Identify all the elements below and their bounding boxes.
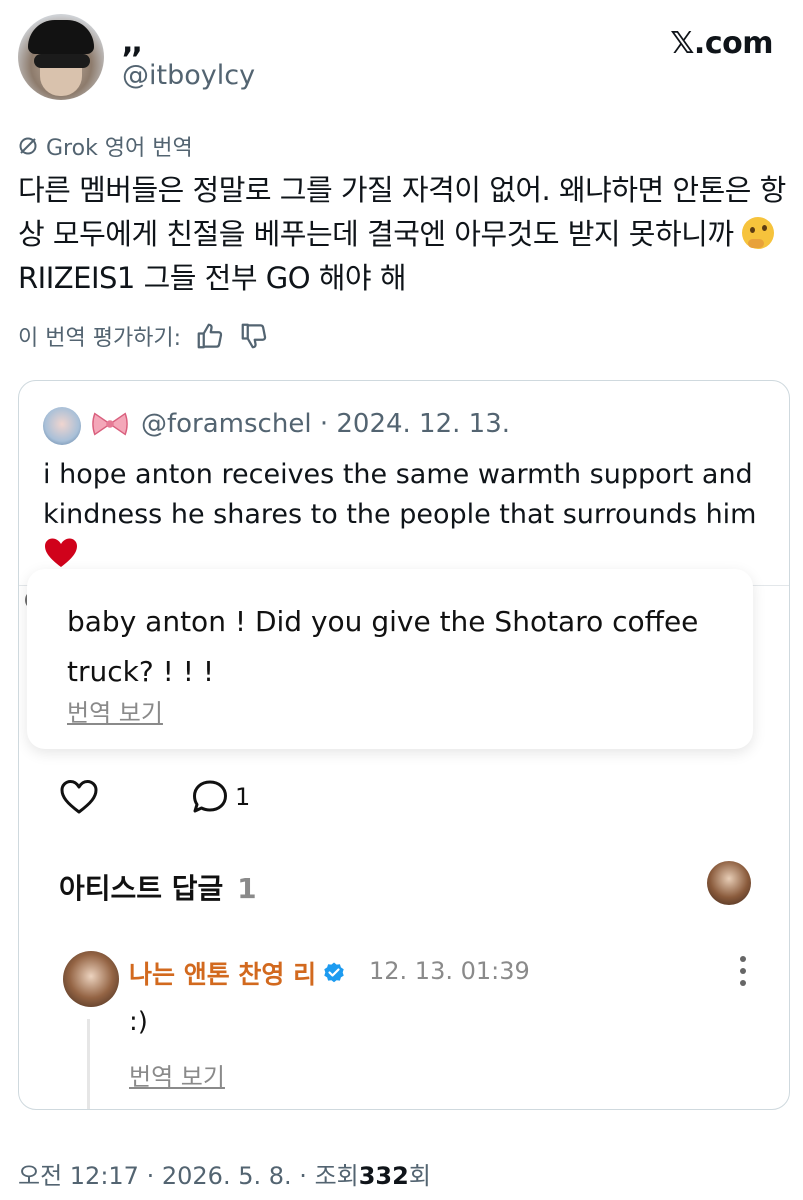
embedded-actions: 1 [59, 779, 250, 815]
thread-line [87, 1019, 90, 1109]
artist-reply-avatar [63, 951, 119, 1007]
comment-bubble-icon [193, 780, 227, 813]
tweet-timestamp[interactable]: 오전 12:17 · 2026. 5. 8. · 조회332회 [18, 1156, 431, 1191]
verified-badge-icon [324, 962, 344, 983]
red-heart-icon [45, 538, 77, 567]
avatar-cap [28, 20, 94, 54]
artist-name-text: 나는 앤톤 찬영 리 [129, 960, 317, 989]
artist-reply-name: 나는 앤톤 찬영 리 [129, 955, 346, 991]
artist-replies-heading: 아티스트 답글 1 [59, 867, 257, 907]
quoted-text: i hope anton receives the same warmth su… [43, 455, 773, 575]
x-logo: 𝕏.com [670, 26, 773, 61]
artist-reply-date: 12. 13. 01:39 [369, 957, 530, 985]
quoted-user-avatar[interactable] [43, 407, 81, 445]
artist-replies-count: 1 [237, 872, 257, 905]
footer-date: 2026. 5. 8. [161, 1162, 292, 1190]
grok-translation-label: Grok 영어 번역 [18, 130, 193, 162]
avatar-glasses [34, 54, 90, 68]
embedded-translate-link: 번역 보기 [67, 699, 163, 727]
thumbs-up-icon[interactable] [195, 321, 225, 351]
footer-sep-2: · [299, 1162, 307, 1190]
more-options-icon [740, 956, 746, 986]
quoted-separator: · [319, 409, 329, 439]
quoted-tweet-card[interactable]: @foramschel · 2024. 12. 13. i hope anton… [18, 380, 790, 1110]
tweet-text-main: 다른 멤버들은 정말로 그를 가질 자격이 없어. 왜냐하면 안톤은 항상 모두… [18, 173, 786, 251]
thumbs-down-icon[interactable] [239, 321, 269, 351]
reply-count: 1 [235, 783, 251, 811]
quoted-text-body: i hope anton receives the same warmth su… [43, 459, 757, 530]
grok-icon [19, 137, 37, 155]
footer-time: 오전 12:17 [18, 1162, 139, 1190]
ribbon-bow-icon [92, 412, 128, 436]
rate-translation: 이 번역 평가하기: [18, 320, 269, 352]
artist-reply-text: :) [129, 1007, 148, 1037]
footer-views-label: 조회 [314, 1162, 359, 1190]
footer-views-suffix: 회 [408, 1162, 431, 1190]
embedded-post-text: baby anton ! Did you give the Shotaro co… [67, 605, 699, 688]
artist-reply-translate-link: 번역 보기 [129, 1063, 225, 1091]
embedded-screenshot-card: baby anton ! Did you give the Shotaro co… [27, 569, 753, 749]
quoted-meta: @foramschel · 2024. 12. 13. [141, 409, 510, 439]
rate-label: 이 번역 평가하기: [18, 326, 182, 351]
artist-avatar-small [707, 861, 751, 905]
display-name[interactable]: ,, [122, 28, 143, 58]
user-handle[interactable]: @itboylcy [122, 60, 255, 91]
quoted-date[interactable]: 2024. 12. 13. [336, 409, 510, 439]
grok-label-text: Grok 영어 번역 [46, 136, 193, 161]
heart-outline-icon [60, 780, 98, 814]
quoted-handle[interactable]: @foramschel [141, 409, 312, 439]
artist-replies-label: 아티스트 답글 [59, 872, 224, 905]
tweet-text-tail: RIIZEIS1 그들 전부 GO 해야 해 [18, 261, 407, 295]
footer-sep-1: · [146, 1162, 155, 1190]
thinking-face-icon [742, 217, 775, 249]
footer-views-count: 332 [358, 1162, 409, 1190]
profile-avatar[interactable] [18, 14, 104, 100]
tweet-text: 다른 멤버들은 정말로 그를 가질 자격이 없어. 왜냐하면 안톤은 항상 모두… [18, 168, 788, 300]
